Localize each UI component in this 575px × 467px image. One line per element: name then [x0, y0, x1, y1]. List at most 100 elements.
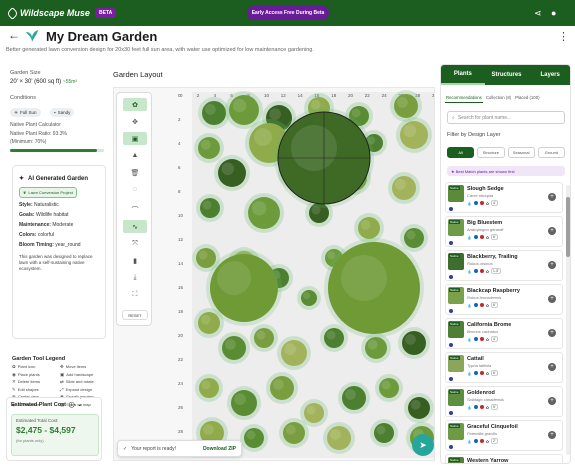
legend-item: ⤢ Expand design — [60, 387, 106, 393]
add-plant-icon[interactable]: + — [548, 227, 556, 235]
canopy-highlight — [252, 201, 267, 216]
place-tool-icon[interactable]: ▣ — [123, 132, 147, 145]
plant-size: 6' — [490, 370, 498, 376]
add-plant-icon[interactable]: + — [548, 295, 556, 303]
filter-all[interactable]: All — [447, 147, 475, 158]
colors-row: Colors: colorful — [19, 232, 55, 238]
legend-item: ▣ Add hardscape — [60, 371, 106, 378]
legend-item: ⇄ Slide and rotate — [60, 380, 106, 385]
chevron-down-icon[interactable]: ⌄ — [78, 402, 83, 408]
canopy-highlight — [367, 339, 378, 350]
native-ratio-fill — [10, 149, 98, 152]
sun-icon: ☀ — [14, 109, 19, 115]
layer-dot-icon — [449, 275, 453, 279]
scrollbar-thumb[interactable] — [566, 197, 570, 257]
water-icon: 💧 — [467, 303, 472, 308]
plant-attributes: 💧 ✿ 2' — [467, 438, 498, 444]
add-plant-icon[interactable]: + — [548, 261, 556, 269]
legend-label: Edit shapes — [17, 386, 39, 392]
subtab-collection[interactable]: Collection (8) — [485, 93, 512, 103]
edit-shape-tool-icon[interactable]: ∿ — [123, 220, 147, 233]
legend-label: Place plants — [17, 371, 40, 377]
plant-card[interactable]: Native Slough Sedge Carex obnupta 💧 ✿ 4' + — [445, 182, 563, 213]
brand-logo[interactable]: Wildscape Muse — [6, 6, 90, 20]
share-icon[interactable]: ⋖ — [534, 7, 542, 19]
plant-card[interactable]: Native Blackberry, Trailing Rubus ursinus 💧… — [445, 250, 563, 281]
y-tick-label: 28 — [178, 429, 184, 434]
add-plant-icon[interactable]: + — [548, 431, 556, 439]
plant-card[interactable]: Native Cattail Typha latifolia 💧 ✿ 6' + — [445, 352, 563, 383]
tab-layers[interactable]: Layers — [528, 65, 570, 85]
more-menu-icon[interactable]: ⋮ — [558, 30, 569, 43]
filter-label: Filter by Design Layer — [447, 132, 501, 138]
filter-seasonal[interactable]: Seasonal — [507, 147, 535, 158]
pollinator-icon: ✿ — [485, 337, 489, 342]
plant-scientific-name: Potentilla gracilis — [467, 431, 498, 436]
tab-plants[interactable]: Plants — [441, 65, 485, 85]
layer-dot-icon — [449, 241, 453, 245]
add-hardscape-icon: ▣ — [60, 371, 65, 377]
plant-name: Big Bluestem — [467, 220, 503, 226]
pollinator-icon: ✿ — [485, 235, 489, 240]
plant-search-input[interactable]: ⌕ Search for plant name... — [447, 111, 565, 124]
plant-name: Slough Sedge — [467, 186, 504, 192]
cost-header[interactable]: Estimated Plant Cost ⓘ ⌄ — [11, 401, 82, 409]
plant-name: Goldenrod — [467, 390, 495, 396]
x-tick-label: 24 — [382, 93, 388, 98]
plant-card[interactable]: NativeWestern YarrowAchillea millefolium… — [445, 454, 563, 463]
bloom-dot-icon — [479, 201, 484, 205]
subtab-recommendations[interactable]: Recommendations — [445, 93, 483, 103]
curve-tool-icon[interactable]: ⌒ — [123, 203, 147, 216]
plant-card[interactable]: Native Graceful Cinquefoil Potentilla grac… — [445, 420, 563, 451]
add-plant-icon[interactable]: + — [548, 397, 556, 405]
plant-size: 1.5' — [490, 268, 501, 274]
x-tick-label: 14 — [298, 93, 304, 98]
pollinator-icon: ✿ — [485, 439, 489, 444]
early-access-button[interactable]: Early Access Free During Beta — [247, 6, 329, 20]
canopy-highlight — [202, 200, 212, 210]
3d-visualize-tool-icon[interactable]: ▮ — [123, 254, 147, 267]
filter-structure[interactable]: Structure — [477, 147, 505, 158]
y-tick-label: 16 — [178, 285, 184, 290]
subtab-placed[interactable]: Placed (100) — [514, 93, 540, 103]
hardscape-tool-icon[interactable]: ▲ — [123, 149, 147, 162]
garden-size-label: Garden Size — [10, 70, 41, 76]
account-icon[interactable]: ● — [551, 7, 556, 19]
pollinator-icon: ✿ — [485, 405, 489, 410]
download-tool-icon[interactable]: ⤓ — [123, 271, 147, 284]
download-zip-button[interactable]: Download ZIP — [203, 446, 236, 452]
legend-label: Add hardscape — [66, 371, 94, 377]
garden-plan-svg[interactable]: 0246810121416182022242628300246810121416… — [114, 88, 435, 461]
plant-icon: ✿ — [12, 364, 16, 369]
pollinator-icon: ✿ — [485, 303, 489, 308]
plant-size: 6' — [490, 302, 498, 308]
back-arrow-icon[interactable]: ← — [8, 28, 20, 42]
plant-card[interactable]: Native Goldenrod Solidago canadensis 💧 ✿ 5' + — [445, 386, 563, 417]
garden-icon — [26, 30, 38, 42]
plant-list-scrollbar[interactable] — [566, 185, 570, 455]
move-tool-icon[interactable]: ✥ — [123, 115, 147, 128]
cursor-fab-icon[interactable]: ➤ — [412, 434, 434, 456]
tool-palette: ✿ ✥ ▣ ▲ 🗑 ◌ ⌒ ∿ ⤧ ▮ ⤓ ⛶ RESET — [116, 92, 152, 326]
add-plant-icon[interactable]: + — [548, 329, 556, 337]
native-badge: Native — [449, 458, 460, 462]
fit-view-tool-icon[interactable]: ⛶ — [123, 288, 147, 301]
lasso-tool-icon[interactable]: ◌ — [123, 183, 147, 196]
plant-card[interactable]: Native Big Bluestem Andropogon gerardii 💧 ✿ 6… — [445, 216, 563, 247]
reset-button[interactable]: RESET — [122, 310, 148, 320]
canopy-highlight — [345, 389, 356, 400]
filter-ground[interactable]: Ground — [537, 147, 565, 158]
tab-structures[interactable]: Structures — [485, 65, 529, 85]
plant-card[interactable]: Native California Brome Bromus carinatus 💧 ✿… — [445, 318, 563, 349]
plant-tool-icon[interactable]: ✿ — [123, 98, 147, 111]
canopy-highlight — [381, 380, 391, 390]
expand-tool-icon[interactable]: ⤧ — [123, 237, 147, 250]
info-icon[interactable]: ⓘ — [69, 401, 75, 409]
delete-tool-icon[interactable]: 🗑 — [123, 166, 147, 179]
plant-card[interactable]: Native Blackcap Raspberry Rubus leucodermi… — [445, 284, 563, 315]
x-tick-label: 30 — [432, 93, 435, 98]
add-plant-icon[interactable]: + — [548, 363, 556, 371]
garden-canvas[interactable]: 0246810121416182022242628300246810121416… — [113, 87, 435, 461]
add-plant-icon[interactable]: + — [548, 193, 556, 201]
layer-dot-icon — [449, 309, 453, 313]
